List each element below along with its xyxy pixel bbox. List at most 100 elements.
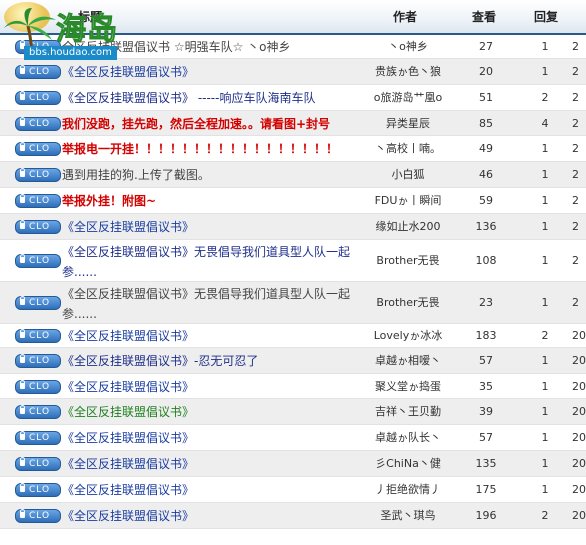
thread-last-post: 20: [572, 483, 586, 496]
thread-title-link[interactable]: 遇到用挂的狗.上传了截图。: [62, 165, 362, 185]
closed-badge: CLO: [15, 65, 61, 79]
thread-title-link[interactable]: 我们没跑，挂先跑，然后全程加速。。请看图+封号: [62, 114, 362, 134]
thread-title-link[interactable]: 举报外挂！附图~: [62, 191, 362, 211]
thread-row[interactable]: CLO 《全区反挂联盟倡议书》 Lovelyゕ冰冰 183 2 20: [0, 324, 586, 348]
thread-reply-count: 1: [541, 380, 549, 393]
thread-view-count: 20: [479, 65, 493, 78]
thread-row[interactable]: CLO 《全区反挂联盟倡议书》-忍无可忍了 卓越ゕ相嗳丶 57 1 20: [0, 348, 586, 374]
thread-title-link[interactable]: 全区反挂联盟倡议书 ☆明强车队☆ 丶o神乡: [62, 37, 362, 57]
closed-badge: CLO: [15, 405, 61, 419]
thread-title-link[interactable]: 《全区反挂联盟倡议书》-忍无可忍了: [62, 351, 362, 371]
closed-badge: CLO: [15, 457, 61, 471]
thread-row[interactable]: CLO 《全区反挂联盟倡议书》 贵族ゕ色丶狼 20 1 2: [0, 59, 586, 85]
closed-badge: CLO: [15, 254, 61, 268]
thread-last-post: 2: [572, 296, 579, 309]
thread-reply-count: 2: [541, 91, 549, 104]
thread-author-link[interactable]: 彡ChiNa丶健: [360, 456, 456, 472]
thread-reply-count: 1: [541, 40, 549, 53]
thread-view-count: 23: [479, 296, 493, 309]
thread-row[interactable]: CLO 《全区反挂联盟倡议书》 吉祥丶王贝勤 39 1 20: [0, 399, 586, 425]
thread-row[interactable]: CLO 《全区反挂联盟倡议书》 -----响应车队海南车队 o旅游岛艹凰o 51 2 2: [0, 85, 586, 111]
lock-icon: [20, 296, 25, 305]
thread-title-link[interactable]: 《全区反挂联盟倡议书》: [62, 480, 362, 500]
thread-author-link[interactable]: 圣武丶琪鸟: [360, 508, 456, 524]
thread-row[interactable]: CLO 《全区反挂联盟倡议书》 圣武丶琪鸟 196 2 20: [0, 503, 586, 529]
thread-author-link[interactable]: 聚义堂ゕ捣蛋: [360, 379, 456, 395]
thread-title-link[interactable]: 《全区反挂联盟倡议书》: [62, 62, 362, 82]
thread-view-count: 108: [475, 254, 497, 267]
closed-badge-label: CLO: [29, 222, 51, 232]
closed-badge: CLO: [15, 168, 61, 182]
lock-icon: [20, 220, 25, 229]
thread-reply-count: 2: [541, 509, 549, 522]
closed-badge: CLO: [15, 509, 61, 523]
thread-row[interactable]: CLO 全区反挂联盟倡议书 ☆明强车队☆ 丶o神乡 丶o神乡 27 1 2: [0, 35, 586, 59]
thread-title-link[interactable]: 《全区反挂联盟倡议书》: [62, 506, 362, 526]
thread-title-link[interactable]: 《全区反挂联盟倡议书》无畏倡导我们道具型人队一起参......: [62, 242, 362, 282]
thread-last-post: 20: [572, 457, 586, 470]
closed-badge-label: CLO: [29, 256, 51, 266]
thread-author-link[interactable]: 吉祥丶王贝勤: [360, 404, 456, 420]
thread-row[interactable]: CLO 举报电一开挂！！！！！！！！！！！！！！！！！ 丶高校丨喃。 49 1 2: [0, 136, 586, 162]
thread-last-post: 2: [572, 40, 579, 53]
thread-author-link[interactable]: 异类星辰: [360, 116, 456, 132]
thread-author-link[interactable]: 贵族ゕ色丶狼: [360, 64, 456, 80]
thread-author-link[interactable]: 小白狐: [360, 167, 456, 183]
thread-title-link[interactable]: 《全区反挂联盟倡议书》: [62, 217, 362, 237]
thread-title-link[interactable]: 《全区反挂联盟倡议书》: [62, 402, 362, 422]
thread-row[interactable]: CLO 遇到用挂的狗.上传了截图。 小白狐 46 1 2: [0, 162, 586, 188]
thread-last-post: 20: [572, 354, 586, 367]
thread-row[interactable]: CLO 《全区反挂联盟倡议书》 丿拒绝欲情丿 175 1 20: [0, 477, 586, 503]
thread-last-post: 2: [572, 220, 579, 233]
thread-view-count: 46: [479, 168, 493, 181]
closed-badge-label: CLO: [29, 196, 51, 206]
thread-row[interactable]: CLO 我们没跑，挂先跑，然后全程加速。。请看图+封号 异类星辰 85 4 2: [0, 111, 586, 136]
thread-author-link[interactable]: FDUゕ丨瞬间: [360, 193, 456, 209]
thread-title-link[interactable]: 举报电一开挂！！！！！！！！！！！！！！！！！: [62, 139, 362, 159]
thread-row[interactable]: CLO 举报外挂！附图~ FDUゕ丨瞬间 59 1 2: [0, 188, 586, 214]
thread-last-post: 2: [572, 117, 579, 130]
thread-view-count: 49: [479, 142, 493, 155]
thread-title-link[interactable]: 《全区反挂联盟倡议书》: [62, 326, 362, 346]
thread-author-link[interactable]: 卓越ゕ队长丶: [360, 430, 456, 446]
thread-author-link[interactable]: o旅游岛艹凰o: [360, 90, 456, 106]
thread-reply-count: 1: [541, 65, 549, 78]
closed-badge-label: CLO: [29, 459, 51, 469]
thread-view-count: 183: [475, 329, 497, 342]
thread-title-link[interactable]: 《全区反挂联盟倡议书》: [62, 454, 362, 474]
thread-title-link[interactable]: 《全区反挂联盟倡议书》: [62, 377, 362, 397]
thread-title-link[interactable]: 《全区反挂联盟倡议书》: [62, 428, 362, 448]
thread-view-count: 51: [479, 91, 493, 104]
thread-row[interactable]: CLO 《全区反挂联盟倡议书》 聚义堂ゕ捣蛋 35 1 20: [0, 374, 586, 399]
column-views-header[interactable]: 查看: [472, 8, 496, 25]
thread-author-link[interactable]: Brother无畏: [360, 295, 456, 311]
thread-author-link[interactable]: 丶o神乡: [360, 39, 456, 55]
column-replies-header[interactable]: 回复: [534, 8, 558, 25]
thread-author-link[interactable]: 缘如止水200: [360, 219, 456, 235]
lock-icon: [20, 431, 25, 440]
thread-title-link[interactable]: 《全区反挂联盟倡议书》无畏倡导我们道具型人队一起参......: [62, 284, 362, 324]
lock-icon: [20, 509, 25, 518]
thread-author-link[interactable]: Brother无畏: [360, 253, 456, 269]
thread-row[interactable]: CLO 《全区反挂联盟倡议书》无畏倡导我们道具型人队一起参...... Brothe…: [0, 282, 586, 324]
column-author-header[interactable]: 作者: [393, 8, 417, 25]
thread-author-link[interactable]: Lovelyゕ冰冰: [360, 328, 456, 344]
thread-last-post: 20: [572, 431, 586, 444]
thread-author-link[interactable]: 丶高校丨喃。: [360, 141, 456, 157]
thread-author-link[interactable]: 卓越ゕ相嗳丶: [360, 353, 456, 369]
thread-reply-count: 1: [541, 296, 549, 309]
thread-row[interactable]: CLO 《全区反挂联盟倡议书》 卓越ゕ队长丶 57 1 20: [0, 425, 586, 451]
thread-title-link[interactable]: 《全区反挂联盟倡议书》 -----响应车队海南车队: [62, 88, 362, 108]
thread-view-count: 135: [475, 457, 497, 470]
thread-view-count: 175: [475, 483, 497, 496]
closed-badge: CLO: [15, 220, 61, 234]
column-title-header[interactable]: 标题: [78, 8, 102, 25]
thread-row[interactable]: CLO 《全区反挂联盟倡议书》无畏倡导我们道具型人队一起参...... Brothe…: [0, 240, 586, 282]
thread-author-link[interactable]: 丿拒绝欲情丿: [360, 482, 456, 498]
thread-reply-count: 1: [541, 254, 549, 267]
lock-icon: [20, 194, 25, 203]
lock-icon: [20, 91, 25, 100]
thread-row[interactable]: CLO 《全区反挂联盟倡议书》 缘如止水200 136 1 2: [0, 214, 586, 240]
closed-badge-label: CLO: [29, 144, 51, 154]
thread-row[interactable]: CLO 《全区反挂联盟倡议书》 彡ChiNa丶健 135 1 20: [0, 451, 586, 477]
